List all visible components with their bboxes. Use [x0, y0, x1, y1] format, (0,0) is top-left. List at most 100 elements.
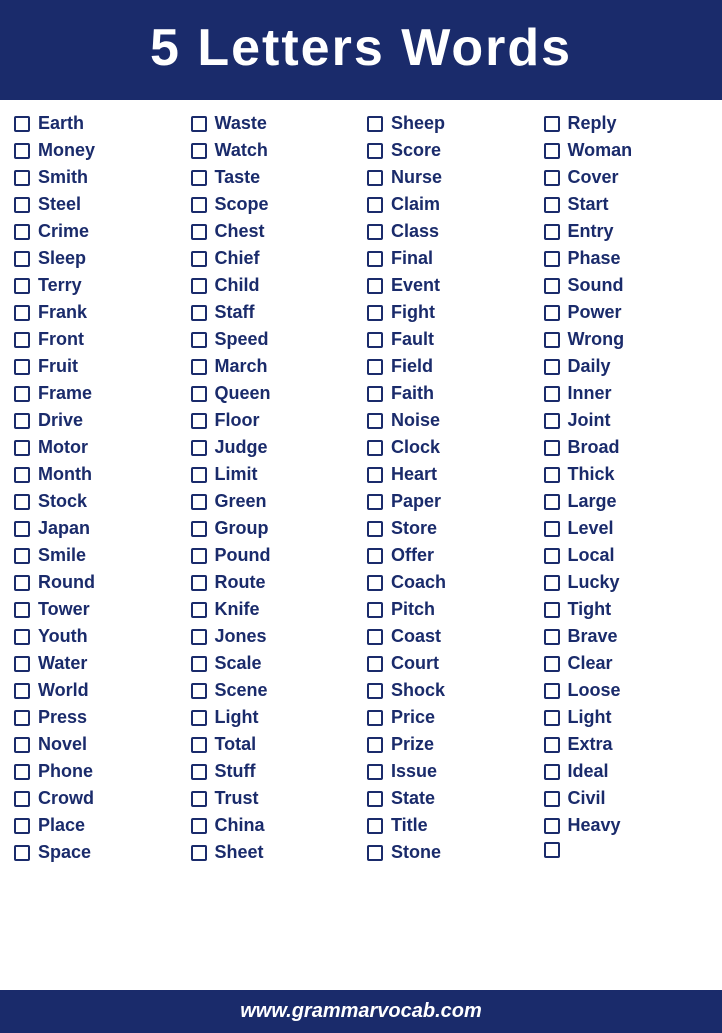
checkbox-icon[interactable] — [544, 440, 560, 456]
word-item[interactable]: Heart — [365, 461, 534, 488]
word-item[interactable]: Brave — [542, 623, 711, 650]
word-item[interactable]: Motor — [12, 434, 181, 461]
word-item[interactable]: Fruit — [12, 353, 181, 380]
checkbox-icon[interactable] — [367, 386, 383, 402]
word-item[interactable]: Chest — [189, 218, 358, 245]
checkbox-icon[interactable] — [191, 386, 207, 402]
checkbox-icon[interactable] — [367, 116, 383, 132]
checkbox-icon[interactable] — [367, 521, 383, 537]
checkbox-icon[interactable] — [191, 278, 207, 294]
word-item[interactable]: Extra — [542, 731, 711, 758]
checkbox-icon[interactable] — [191, 737, 207, 753]
word-item[interactable]: Scale — [189, 650, 358, 677]
word-item[interactable]: Score — [365, 137, 534, 164]
checkbox-icon[interactable] — [544, 656, 560, 672]
word-item[interactable]: Pitch — [365, 596, 534, 623]
checkbox-icon[interactable] — [191, 197, 207, 213]
word-item[interactable]: Daily — [542, 353, 711, 380]
checkbox-icon[interactable] — [191, 494, 207, 510]
word-item[interactable]: Paper — [365, 488, 534, 515]
checkbox-icon[interactable] — [14, 737, 30, 753]
word-item[interactable]: Field — [365, 353, 534, 380]
word-item[interactable]: Smile — [12, 542, 181, 569]
word-item[interactable]: Fight — [365, 299, 534, 326]
checkbox-icon[interactable] — [367, 602, 383, 618]
word-item[interactable]: Limit — [189, 461, 358, 488]
word-item[interactable]: Sound — [542, 272, 711, 299]
word-item[interactable]: Price — [365, 704, 534, 731]
word-item[interactable]: Japan — [12, 515, 181, 542]
word-item[interactable]: Total — [189, 731, 358, 758]
word-item[interactable]: Level — [542, 515, 711, 542]
checkbox-icon[interactable] — [14, 629, 30, 645]
checkbox-icon[interactable] — [544, 305, 560, 321]
word-item[interactable]: Joint — [542, 407, 711, 434]
word-item[interactable]: Large — [542, 488, 711, 515]
word-item[interactable]: State — [365, 785, 534, 812]
checkbox-icon[interactable] — [367, 575, 383, 591]
checkbox-icon[interactable] — [544, 818, 560, 834]
checkbox-icon[interactable] — [14, 602, 30, 618]
checkbox-icon[interactable] — [14, 521, 30, 537]
word-item[interactable]: Light — [542, 704, 711, 731]
word-item[interactable]: Novel — [12, 731, 181, 758]
checkbox-icon[interactable] — [367, 143, 383, 159]
word-item[interactable]: Earth — [12, 110, 181, 137]
checkbox-icon[interactable] — [544, 413, 560, 429]
word-item[interactable]: Prize — [365, 731, 534, 758]
checkbox-icon[interactable] — [367, 359, 383, 375]
checkbox-icon[interactable] — [544, 386, 560, 402]
word-item[interactable]: Final — [365, 245, 534, 272]
checkbox-icon[interactable] — [367, 197, 383, 213]
checkbox-icon[interactable] — [367, 818, 383, 834]
word-item[interactable]: Money — [12, 137, 181, 164]
checkbox-icon[interactable] — [544, 170, 560, 186]
checkbox-icon[interactable] — [14, 251, 30, 267]
word-item[interactable]: Chief — [189, 245, 358, 272]
word-item[interactable]: Jones — [189, 623, 358, 650]
checkbox-icon[interactable] — [544, 791, 560, 807]
word-item[interactable]: Queen — [189, 380, 358, 407]
word-item[interactable]: Inner — [542, 380, 711, 407]
checkbox-icon[interactable] — [14, 710, 30, 726]
word-item[interactable]: Noise — [365, 407, 534, 434]
checkbox-icon[interactable] — [367, 413, 383, 429]
checkbox-icon[interactable] — [367, 440, 383, 456]
word-item[interactable]: Route — [189, 569, 358, 596]
checkbox-icon[interactable] — [544, 575, 560, 591]
word-item[interactable]: Clear — [542, 650, 711, 677]
word-item[interactable]: Shock — [365, 677, 534, 704]
checkbox-icon[interactable] — [14, 764, 30, 780]
word-item[interactable]: Ideal — [542, 758, 711, 785]
word-item[interactable]: Steel — [12, 191, 181, 218]
checkbox-icon[interactable] — [191, 791, 207, 807]
checkbox-icon[interactable] — [191, 413, 207, 429]
word-item[interactable]: March — [189, 353, 358, 380]
word-item[interactable]: China — [189, 812, 358, 839]
word-item[interactable]: Faith — [365, 380, 534, 407]
word-item[interactable]: Tower — [12, 596, 181, 623]
word-item[interactable]: Water — [12, 650, 181, 677]
word-item[interactable]: Phase — [542, 245, 711, 272]
checkbox-icon[interactable] — [367, 764, 383, 780]
word-item[interactable]: Scope — [189, 191, 358, 218]
checkbox-icon[interactable] — [191, 116, 207, 132]
word-item[interactable]: Frank — [12, 299, 181, 326]
word-item[interactable]: Wrong — [542, 326, 711, 353]
word-item[interactable]: Sleep — [12, 245, 181, 272]
checkbox-icon[interactable] — [191, 359, 207, 375]
checkbox-icon[interactable] — [367, 251, 383, 267]
checkbox-icon[interactable] — [191, 548, 207, 564]
checkbox-icon[interactable] — [367, 305, 383, 321]
checkbox-icon[interactable] — [191, 251, 207, 267]
checkbox-icon[interactable] — [14, 305, 30, 321]
word-item[interactable]: Scene — [189, 677, 358, 704]
checkbox-icon[interactable] — [544, 224, 560, 240]
word-item[interactable]: Class — [365, 218, 534, 245]
word-item[interactable]: Court — [365, 650, 534, 677]
word-item[interactable]: Local — [542, 542, 711, 569]
checkbox-icon[interactable] — [191, 845, 207, 861]
word-item[interactable]: Offer — [365, 542, 534, 569]
checkbox-icon[interactable] — [14, 683, 30, 699]
checkbox-icon[interactable] — [14, 440, 30, 456]
